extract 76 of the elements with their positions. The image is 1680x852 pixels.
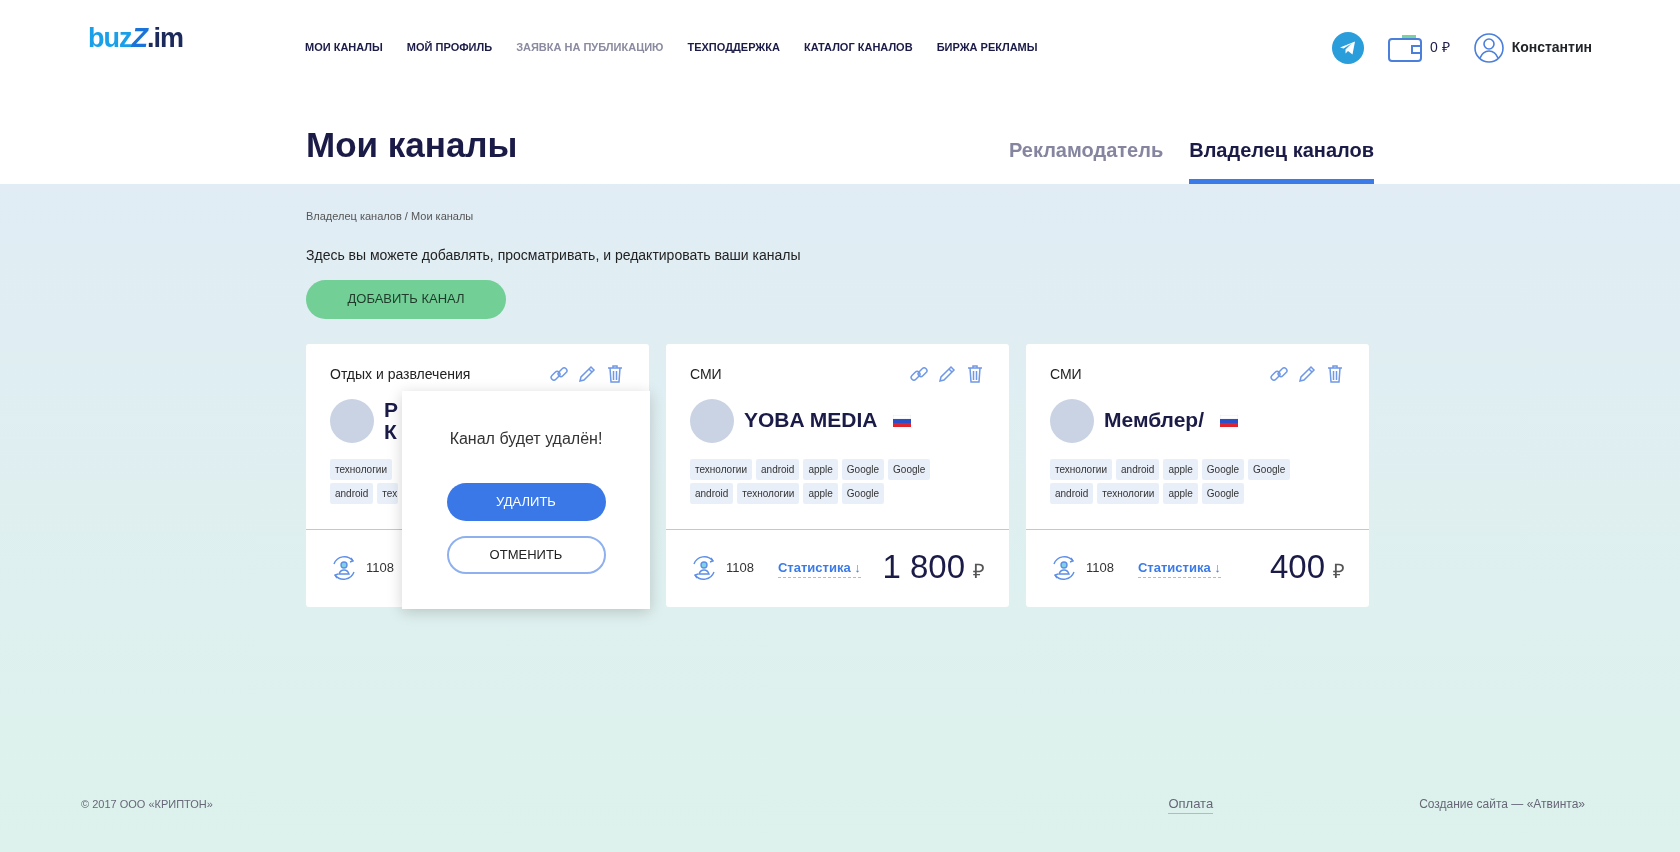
tag: android (1050, 482, 1094, 504)
tag: технологии (1097, 482, 1160, 504)
channel-category: СМИ (690, 364, 722, 384)
nav-link[interactable]: МОЙ ПРОФИЛЬ (406, 39, 493, 56)
nav-link[interactable]: БИРЖА РЕКЛАМЫ (936, 39, 1038, 56)
description: Здесь вы можете добавлять, просматривать, и редактировать ваши каналы (306, 245, 802, 265)
tag: apple (1163, 458, 1198, 480)
tag: apple (803, 482, 838, 504)
breadcrumb: Владелец каналов / Мои каналы (306, 209, 475, 224)
pencil-icon[interactable] (937, 364, 957, 384)
subscribers-icon (330, 554, 358, 582)
trash-icon[interactable] (965, 364, 985, 384)
tag: android (330, 482, 374, 504)
channel-name: Мемблер/ (1104, 409, 1204, 432)
tag: Google (1201, 458, 1245, 480)
tag: android (756, 458, 800, 480)
tag: apple (803, 458, 838, 480)
confirm-message: Канал будет удалён! (449, 428, 603, 449)
user-name[interactable]: Константин (1511, 37, 1592, 58)
subscriber-count: 1108 (1086, 559, 1114, 578)
tag: технологии (737, 482, 800, 504)
statistics-link[interactable]: Статистика ↓ (1137, 557, 1221, 579)
subscribers-icon (690, 554, 718, 582)
payment-link[interactable]: Оплата (1168, 793, 1214, 814)
avatar-placeholder (330, 398, 374, 443)
pencil-icon[interactable] (577, 364, 597, 384)
tag: android (690, 482, 734, 504)
channel-name: Р (384, 398, 398, 421)
pencil-icon[interactable] (1297, 364, 1317, 384)
trash-icon[interactable] (1325, 364, 1345, 384)
channel-name: К (384, 420, 398, 443)
balance: 0 ₽ (1429, 38, 1450, 57)
channel-name: YOBA MEDIA (744, 409, 878, 432)
copyright: © 2017 ООО «КРИПТОН» (81, 796, 213, 812)
nav-link: ЗАЯВКА НА ПУБЛИКАЦИЮ (516, 40, 664, 56)
link-icon[interactable] (909, 364, 929, 384)
subscriber-count: 1108 (726, 559, 754, 578)
delete-button[interactable]: УДАЛИТЬ (446, 482, 606, 521)
page-title: Мои каналы (306, 124, 518, 166)
cancel-button[interactable]: ОТМЕНИТЬ (446, 535, 606, 574)
price: 400 (1269, 550, 1325, 583)
tag: тех (377, 482, 399, 504)
tag: технологии (690, 458, 752, 480)
channel-category: Отдых и развлечения (330, 364, 471, 384)
telegram-icon[interactable] (1331, 31, 1364, 64)
link-icon[interactable] (1269, 364, 1289, 384)
tag: Google (888, 458, 931, 480)
nav-link[interactable]: МОИ КАНАЛЫ (305, 39, 383, 56)
currency: ₽ (1333, 559, 1345, 584)
channel-category: СМИ (1050, 364, 1082, 384)
add-channel-button[interactable]: ДОБАВИТЬ КАНАЛ (306, 279, 506, 319)
price: 1 800 (882, 550, 965, 583)
tag: android (1116, 458, 1160, 480)
tag: Google (1248, 458, 1291, 480)
nav-link[interactable]: ТЕХПОДДЕРЖКА (687, 39, 780, 56)
subscriber-count: 1108 (366, 559, 394, 578)
tag: технологии (330, 458, 392, 480)
nav-link[interactable]: КАТАЛОГ КАНАЛОВ (803, 39, 913, 56)
tag: Google (1201, 482, 1245, 504)
avatar-placeholder (1050, 398, 1094, 443)
statistics-link[interactable]: Статистика ↓ (777, 557, 861, 579)
tab[interactable]: Владелец каналов (1189, 117, 1374, 184)
avatar-placeholder (690, 398, 734, 443)
tag: Google (841, 482, 885, 504)
currency: ₽ (973, 559, 985, 584)
tab[interactable]: Рекламодатель (1008, 117, 1164, 184)
user-icon[interactable] (1473, 32, 1504, 63)
link-icon[interactable] (549, 364, 569, 384)
tag: технологии (1050, 458, 1112, 480)
logo[interactable]: buzZ.im (88, 23, 183, 53)
subscribers-icon (1050, 554, 1078, 582)
tag: Google (841, 458, 885, 480)
credit-text: Создание сайта — «Атвинта» (1419, 795, 1585, 813)
wallet-icon[interactable] (1387, 33, 1422, 62)
trash-icon[interactable] (605, 364, 625, 384)
tag: apple (1163, 482, 1198, 504)
